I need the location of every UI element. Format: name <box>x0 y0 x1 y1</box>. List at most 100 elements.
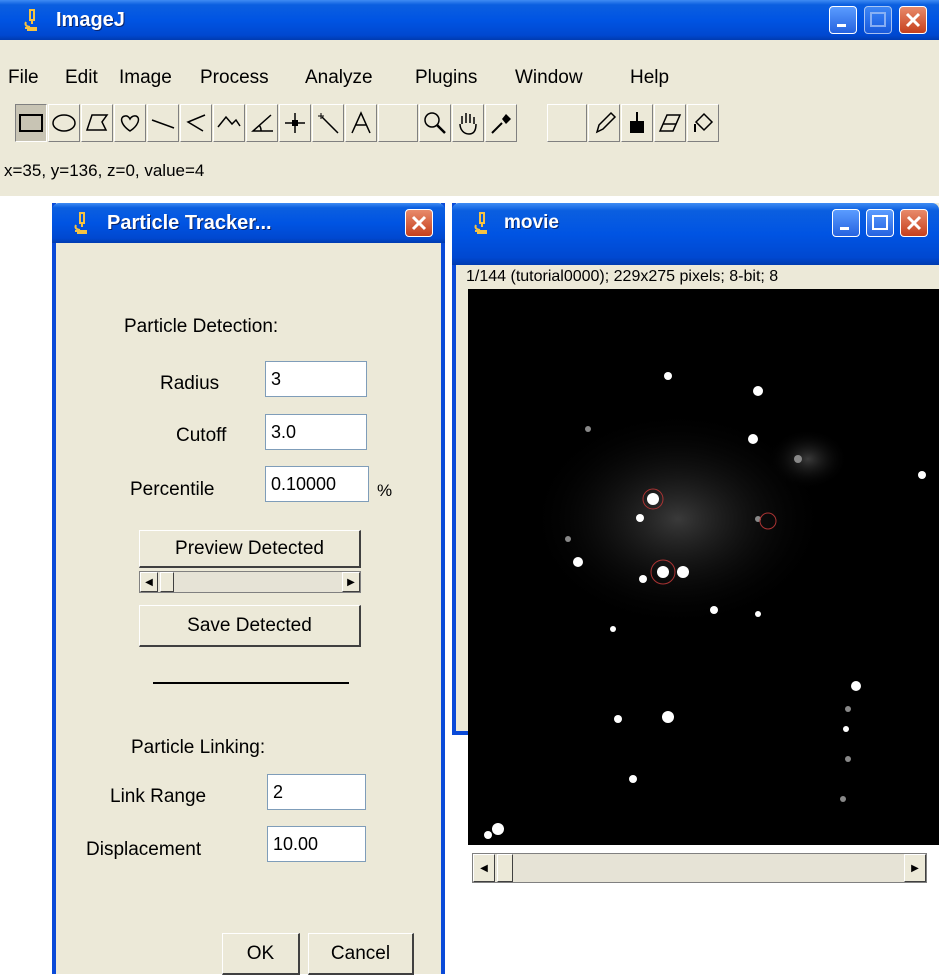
menu-analyze[interactable]: Analyze <box>305 62 373 94</box>
close-button[interactable] <box>899 6 927 34</box>
maximize-button[interactable] <box>864 6 892 34</box>
save-detected-button[interactable]: Save Detected <box>139 605 361 647</box>
pencil-tool-icon <box>595 111 617 134</box>
text-tool-icon <box>351 111 371 134</box>
scroll-left-arrow-icon[interactable]: ◀ <box>140 572 158 592</box>
menu-help[interactable]: Help <box>630 62 669 94</box>
movie-image[interactable] <box>468 289 939 845</box>
flood-fill-tool-icon <box>694 112 714 132</box>
minimize-icon <box>837 24 846 27</box>
menu-plugins[interactable]: Plugins <box>415 62 477 94</box>
angle-tool-icon <box>251 114 273 132</box>
radius-field[interactable]: 3 <box>265 361 367 397</box>
scroll-right-arrow-icon[interactable]: ▶ <box>342 572 360 592</box>
cutoff-field[interactable]: 3.0 <box>265 414 367 450</box>
menu-file[interactable]: File <box>8 62 39 94</box>
magnifier-tool-icon <box>424 112 446 134</box>
point-tool[interactable] <box>279 104 311 142</box>
cancel-button[interactable]: Cancel <box>308 933 414 975</box>
wand-tool[interactable] <box>312 104 344 142</box>
minimize-button[interactable] <box>829 6 857 34</box>
imagej-window: ImageJ File Edit Image Process Analyze P… <box>0 0 939 196</box>
maximize-icon <box>872 215 888 230</box>
particle-detection-heading: Particle Detection: <box>124 316 279 337</box>
microscope-icon <box>474 212 487 234</box>
imagej-title: ImageJ <box>56 9 125 31</box>
particle-tracker-title-bar[interactable]: Particle Tracker... <box>52 203 445 243</box>
eraser-tool[interactable] <box>654 104 686 142</box>
movie-close-button[interactable] <box>900 209 928 237</box>
polygon-tool[interactable] <box>81 104 113 142</box>
link-range-field[interactable]: 2 <box>267 774 366 810</box>
close-icon <box>905 12 921 28</box>
section-divider <box>153 682 349 684</box>
text-tool[interactable] <box>345 104 377 142</box>
displacement-label: Displacement <box>86 839 202 860</box>
percentile-label: Percentile <box>130 479 215 500</box>
menu-window[interactable]: Window <box>515 62 583 94</box>
hand-tool[interactable] <box>452 104 484 142</box>
radius-label: Radius <box>160 373 220 394</box>
link-range-label: Link Range <box>110 786 207 807</box>
empty-tool-slot <box>378 104 418 142</box>
scroll-thumb[interactable] <box>497 854 513 882</box>
freehand-tool[interactable] <box>114 104 146 142</box>
angle-tool[interactable] <box>246 104 278 142</box>
eraser-tool-icon <box>658 114 682 132</box>
movie-title-bar[interactable]: movie <box>452 203 939 265</box>
pencil-tool[interactable] <box>588 104 620 142</box>
magnifier-tool[interactable] <box>419 104 451 142</box>
menu-process[interactable]: Process <box>200 62 269 94</box>
movie-maximize-button[interactable] <box>866 209 894 237</box>
oval-tool-icon <box>52 114 76 132</box>
displacement-field[interactable]: 10.00 <box>267 826 366 862</box>
straight-line-tool[interactable] <box>147 104 179 142</box>
cutoff-label: Cutoff <box>176 425 227 446</box>
polygon-tool-icon <box>85 114 109 131</box>
microscope-icon <box>24 9 37 31</box>
preview-detected-button[interactable]: Preview Detected <box>139 530 361 568</box>
rectangle-tool[interactable] <box>15 104 47 142</box>
hand-tool-icon <box>459 113 477 135</box>
close-icon <box>906 215 922 231</box>
maximize-icon <box>870 12 886 27</box>
particle-linking-heading: Particle Linking: <box>131 737 266 758</box>
percentile-field[interactable]: 0.10000 <box>265 466 369 502</box>
particle-tracker-title: Particle Tracker... <box>107 212 272 234</box>
color-picker-tool[interactable] <box>485 104 517 142</box>
point-tool-icon <box>285 113 305 133</box>
scroll-left-arrow-icon[interactable]: ◀ <box>473 854 495 882</box>
oval-tool[interactable] <box>48 104 80 142</box>
paintbrush-tool-icon <box>630 112 644 133</box>
scroll-right-arrow-icon[interactable]: ▶ <box>904 854 926 882</box>
imagej-title-bar[interactable]: ImageJ <box>0 0 939 40</box>
freehand-tool-icon <box>120 115 140 132</box>
freehand-line-tool-icon <box>217 115 241 128</box>
menu-edit[interactable]: Edit <box>65 62 98 94</box>
paintbrush-tool[interactable] <box>621 104 653 142</box>
wand-tool-icon <box>318 113 339 134</box>
segmented-line-tool-icon <box>186 114 206 132</box>
frame-scrollbar[interactable]: ◀ ▶ <box>139 571 361 593</box>
status-bar: x=35, y=136, z=0, value=4 <box>4 161 205 180</box>
menu-image[interactable]: Image <box>119 62 172 94</box>
ok-button[interactable]: OK <box>222 933 300 975</box>
percent-sign: % <box>377 481 393 500</box>
movie-frame-scrollbar[interactable]: ◀ ▶ <box>472 853 927 883</box>
straight-line-tool-icon <box>151 119 175 129</box>
movie-minimize-button[interactable] <box>832 209 860 237</box>
microscope-icon <box>74 212 87 234</box>
movie-title: movie <box>504 212 559 233</box>
color-picker-icon <box>491 114 511 134</box>
minimize-icon <box>840 227 849 230</box>
dialog-close-button[interactable] <box>405 209 433 237</box>
empty-tool-slot-2 <box>547 104 587 142</box>
menu-bar: File Edit Image Process Analyze Plugins … <box>0 62 939 94</box>
toolbar <box>15 94 939 154</box>
close-icon <box>411 215 427 231</box>
flood-fill-tool[interactable] <box>687 104 719 142</box>
scroll-thumb[interactable] <box>160 572 174 592</box>
movie-info-text: 1/144 (tutorial0000); 229x275 pixels; 8-… <box>466 268 779 285</box>
segmented-line-tool[interactable] <box>180 104 212 142</box>
freehand-line-tool[interactable] <box>213 104 245 142</box>
